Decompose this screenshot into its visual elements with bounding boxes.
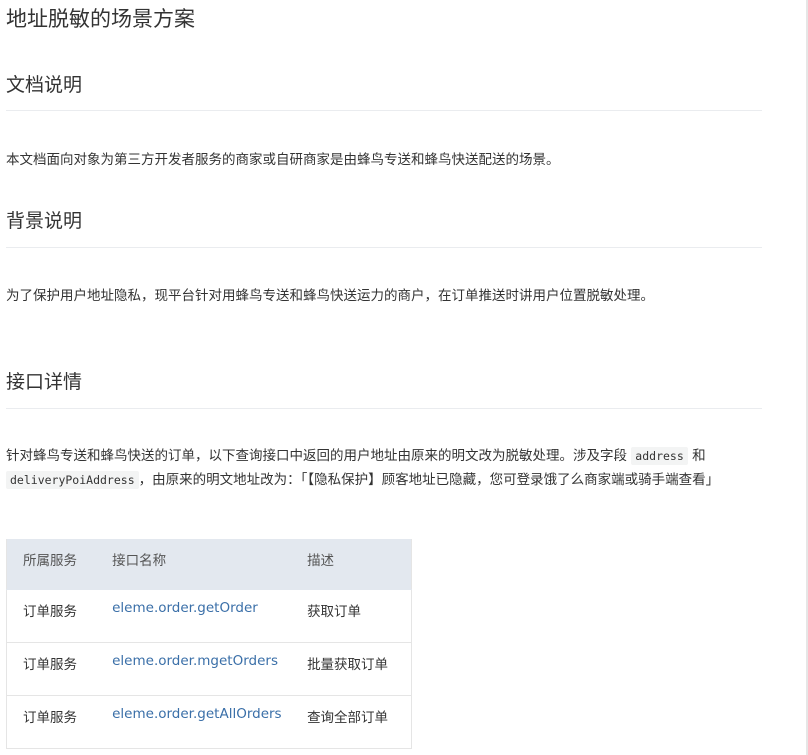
table-row: 订单服务 eleme.order.getOrder 获取订单 (6, 589, 412, 643)
table-cell-service: 订单服务 (6, 695, 97, 749)
api-details-text-part2: ，由原来的明文地址改为：「【隐私保护】顾客地址已隐藏，您可登录饿了么商家端或骑手… (138, 472, 720, 488)
section-divider (6, 110, 762, 111)
section-body-doc-desc: 本文档面向对象为第三方开发者服务的商家或自研商家是由蜂鸟专送和蜂鸟快送配送的场景… (6, 152, 560, 168)
api-link-get-order[interactable]: eleme.order.getOrder (112, 600, 258, 616)
table-cell-api-name: eleme.order.getAllOrders (96, 695, 292, 749)
code-field-address: address (631, 447, 688, 465)
section-divider (6, 247, 762, 248)
table-header-api-name: 接口名称 (96, 539, 292, 590)
table-header-description: 描述 (291, 539, 412, 590)
table-header-service: 所属服务 (6, 539, 97, 590)
api-link-mget-orders[interactable]: eleme.order.mgetOrders (112, 653, 278, 669)
table-cell-api-name: eleme.order.getOrder (96, 589, 292, 643)
api-details-connector: 和 (692, 448, 706, 464)
table-cell-service: 订单服务 (6, 589, 97, 643)
table-row: 订单服务 eleme.order.getAllOrders 查询全部订单 (6, 695, 412, 749)
section-heading-api-details: 接口详情 (6, 371, 83, 393)
table-cell-service: 订单服务 (6, 642, 97, 696)
section-body-background: 为了保护用户地址隐私，现平台针对用蜂鸟专送和蜂鸟快送运力的商户，在订单推送时讲用… (6, 288, 654, 304)
table-cell-description: 获取订单 (291, 589, 412, 643)
page-title: 地址脱敏的场景方案 (6, 7, 195, 31)
api-table: 所属服务 接口名称 描述 订单服务 eleme.order.getOrder 获… (6, 539, 412, 749)
table-cell-api-name: eleme.order.mgetOrders (96, 642, 292, 696)
section-heading-background: 背景说明 (6, 210, 83, 232)
table-header-row: 所属服务 接口名称 描述 (6, 539, 412, 590)
table-cell-description: 查询全部订单 (291, 695, 412, 749)
table-row: 订单服务 eleme.order.mgetOrders 批量获取订单 (6, 642, 412, 696)
api-link-get-all-orders[interactable]: eleme.order.getAllOrders (112, 706, 281, 722)
code-field-delivery-poi-address: deliveryPoiAddress (6, 471, 139, 489)
section-body-api-details: 针对蜂鸟专送和蜂鸟快送的订单，以下查询接口中返回的用户地址由原来的明文改为脱敏处… (6, 444, 762, 492)
section-heading-doc-desc: 文档说明 (6, 74, 83, 96)
section-divider (6, 408, 762, 409)
table-cell-description: 批量获取订单 (291, 642, 412, 696)
api-details-text-part1: 针对蜂鸟专送和蜂鸟快送的订单，以下查询接口中返回的用户地址由原来的明文改为脱敏处… (6, 448, 627, 464)
